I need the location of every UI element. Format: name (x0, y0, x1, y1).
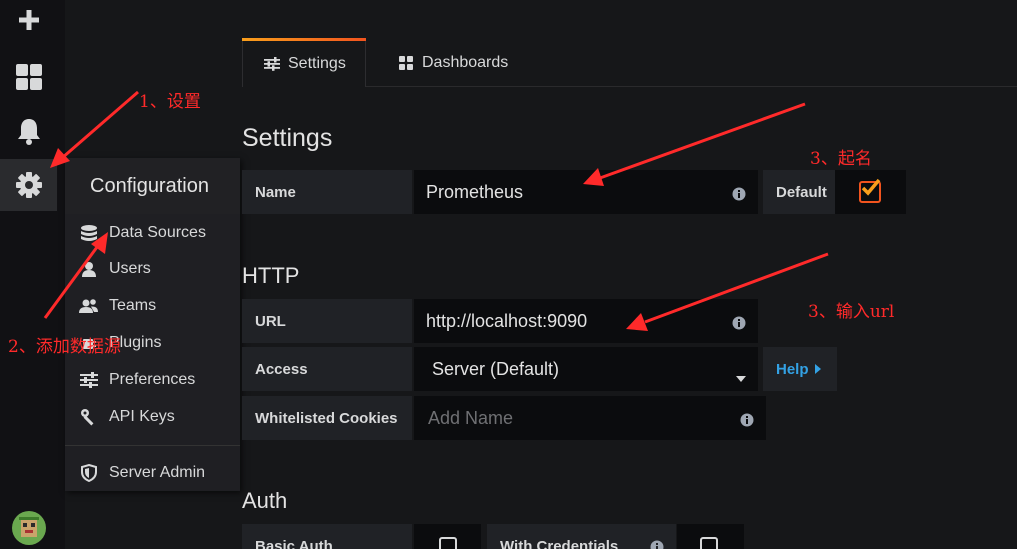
annotation-step-3-name: 3、起名 (810, 149, 872, 169)
annotation-step-3-url: 3、输入url (808, 302, 895, 322)
annotation-step-2: 2、添加数据源 (8, 337, 121, 357)
annotation-arrows (43, 90, 829, 331)
annotation-step-1: 1、设置 (139, 92, 201, 112)
